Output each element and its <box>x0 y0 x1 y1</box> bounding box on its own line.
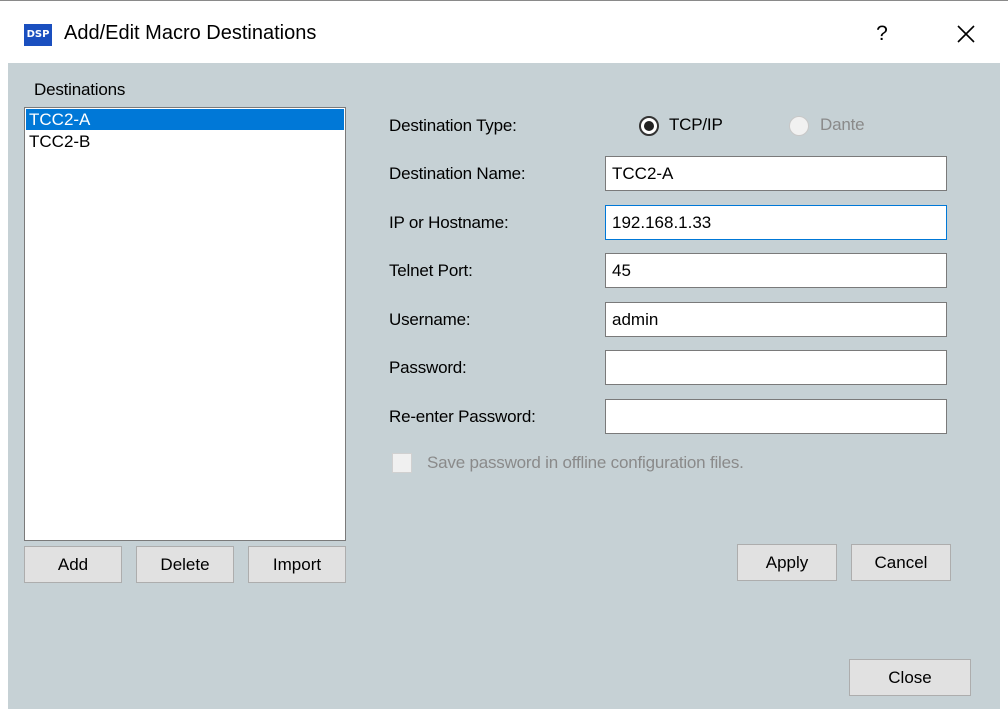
ip-hostname-label: IP or Hostname: <box>389 213 509 232</box>
destination-type-label: Destination Type: <box>389 116 517 135</box>
apply-button[interactable]: Apply <box>737 544 837 581</box>
password-field[interactable] <box>605 350 947 385</box>
save-password-label: Save password in offline configuration f… <box>427 453 744 472</box>
dsp-app-icon: DSP <box>24 24 52 46</box>
title-bar: DSP Add/Edit Macro Destinations ? <box>0 0 1008 64</box>
save-password-checkbox <box>392 453 412 473</box>
list-item[interactable]: TCC2-B <box>26 131 344 152</box>
close-window-button[interactable] <box>946 17 986 51</box>
dante-radio-label: Dante <box>820 115 865 134</box>
dante-radio <box>789 116 809 136</box>
telnet-port-field[interactable] <box>605 253 947 288</box>
tcpip-radio[interactable] <box>639 116 659 136</box>
telnet-port-label: Telnet Port: <box>389 261 473 280</box>
destination-name-field[interactable] <box>605 156 947 191</box>
reenter-password-field[interactable] <box>605 399 947 434</box>
window-title: Add/Edit Macro Destinations <box>64 22 317 44</box>
list-item[interactable]: TCC2-A <box>26 109 344 130</box>
close-button[interactable]: Close <box>849 659 971 696</box>
username-label: Username: <box>389 310 471 329</box>
reenter-password-label: Re-enter Password: <box>389 407 536 426</box>
password-label: Password: <box>389 358 467 377</box>
help-button[interactable]: ? <box>866 17 898 51</box>
ip-hostname-field[interactable] <box>605 205 947 240</box>
tcpip-radio-label[interactable]: TCP/IP <box>669 115 723 135</box>
cancel-button[interactable]: Cancel <box>851 544 951 581</box>
destination-name-label: Destination Name: <box>389 164 526 183</box>
delete-button[interactable]: Delete <box>136 546 234 583</box>
destinations-listbox[interactable]: TCC2-A TCC2-B <box>24 107 346 541</box>
username-field[interactable] <box>605 302 947 337</box>
add-button[interactable]: Add <box>24 546 122 583</box>
close-x-icon <box>957 25 975 43</box>
destinations-label: Destinations <box>34 80 126 99</box>
import-button[interactable]: Import <box>248 546 346 583</box>
dialog-client-area: Destinations TCC2-A TCC2-B Add Delete Im… <box>8 63 1000 709</box>
